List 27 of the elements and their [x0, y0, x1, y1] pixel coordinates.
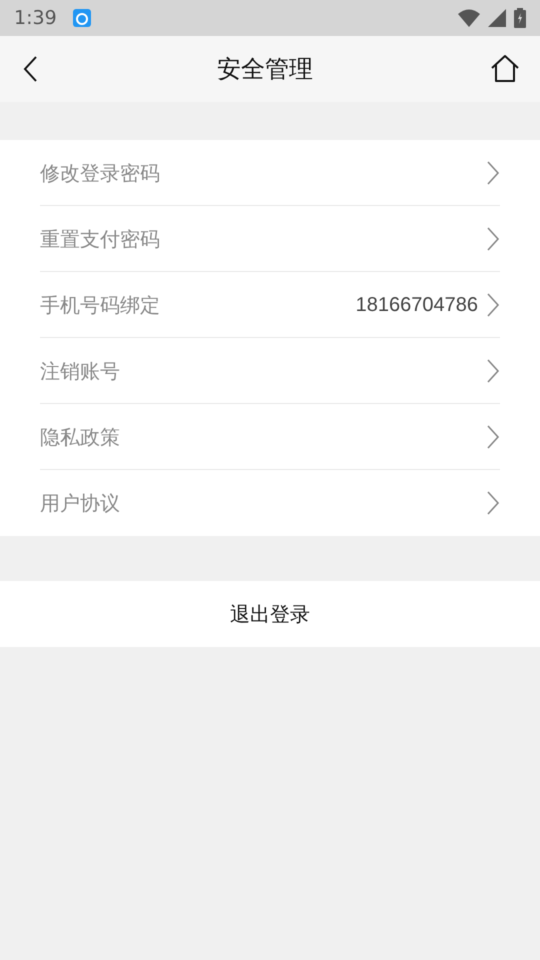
status-time: 1:39: [14, 6, 57, 31]
chevron-right-icon: [486, 160, 500, 186]
wifi-icon: [458, 9, 480, 27]
menu-item[interactable]: 重置支付密码: [40, 206, 500, 272]
menu-item[interactable]: 手机号码绑定 18166704786: [40, 272, 500, 338]
menu-item[interactable]: 用户协议: [40, 470, 500, 536]
menu-item[interactable]: 修改登录密码: [40, 140, 500, 206]
chevron-right-icon: [486, 358, 500, 384]
menu-item-label: 重置支付密码: [40, 226, 160, 252]
chevron-right-icon: [486, 292, 500, 318]
chevron-right-icon: [486, 226, 500, 252]
menu-item-label: 注销账号: [40, 358, 120, 384]
signal-icon: [488, 9, 506, 27]
menu-item[interactable]: 隐私政策: [40, 404, 500, 470]
home-icon[interactable]: [490, 54, 520, 84]
battery-icon: [514, 8, 526, 28]
menu-item[interactable]: 注销账号: [40, 338, 500, 404]
chevron-right-icon: [486, 490, 500, 516]
app-notification-icon: [72, 9, 91, 27]
phone-number: 18166704786: [356, 292, 478, 318]
menu-item-label: 修改登录密码: [40, 160, 160, 186]
menu-item-label: 用户协议: [40, 490, 120, 517]
menu-item-label: 隐私政策: [40, 424, 120, 450]
chevron-right-icon: [486, 424, 500, 450]
logout-button[interactable]: 退出登录: [0, 581, 540, 647]
menu-item-label: 手机号码绑定: [40, 292, 160, 318]
page-title: 安全管理: [217, 54, 313, 85]
